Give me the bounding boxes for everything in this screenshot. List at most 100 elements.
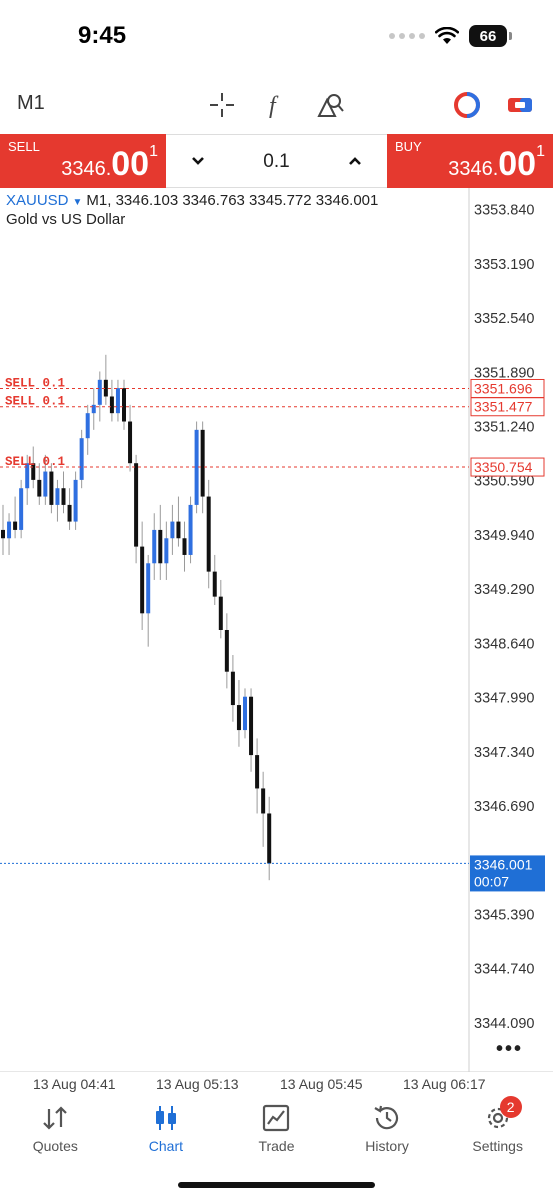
- candle-body: [7, 521, 12, 539]
- one-click-trading-icon[interactable]: [450, 88, 484, 122]
- candle-body: [49, 471, 54, 505]
- time-axis: 13 Aug 04:41 13 Aug 05:13 13 Aug 05:45 13 A…: [0, 1074, 553, 1094]
- candle-body: [97, 379, 102, 405]
- price-tick-label: 3349.290: [474, 582, 534, 598]
- candle-body: [19, 488, 24, 530]
- one-click-trade-panel: SELL 3346.001 0.1 BUY 3346.001: [0, 134, 553, 188]
- candle-body: [236, 705, 241, 731]
- order-icon[interactable]: [503, 88, 537, 122]
- time-tick-label: 13 Aug 04:41: [33, 1076, 116, 1092]
- trade-icon: [256, 1102, 296, 1134]
- candle-body: [261, 788, 266, 814]
- status-time: 9:45: [78, 22, 127, 49]
- tab-history-label: History: [365, 1138, 409, 1154]
- current-price-label: 3346.001: [474, 856, 533, 872]
- candle-body: [109, 396, 114, 414]
- candle-body: [43, 471, 48, 497]
- candle-body: [134, 463, 139, 547]
- chart-icon: [146, 1102, 186, 1134]
- candle-body: [176, 521, 181, 539]
- candle-body: [67, 504, 72, 522]
- candle-body: [170, 521, 175, 539]
- order-price-label: 3350.754: [474, 459, 533, 475]
- price-tick-label: 3347.990: [474, 691, 534, 707]
- candle-body: [152, 529, 157, 564]
- candle-body: [115, 388, 120, 414]
- symbol-dropdown-icon[interactable]: ▼: [73, 197, 83, 208]
- candle-body: [255, 755, 260, 789]
- objects-icon[interactable]: [313, 88, 347, 122]
- volume-control: 0.1: [166, 134, 387, 188]
- candle-body: [200, 429, 205, 497]
- home-indicator: [178, 1182, 375, 1188]
- quotes-icon: [35, 1102, 75, 1134]
- candle-body: [182, 538, 187, 555]
- symbol-info: XAUUSD ▼ M1, 3346.103 3346.763 3345.772 33…: [6, 192, 378, 209]
- candle-body: [218, 596, 223, 630]
- tab-chart-label: Chart: [148, 1138, 183, 1154]
- sell-price: 3346.001: [61, 143, 158, 183]
- candle-body: [158, 529, 163, 564]
- wifi-icon: [435, 27, 459, 44]
- candle-body: [85, 413, 90, 439]
- candle-body: [243, 696, 247, 731]
- price-tick-label: 3347.340: [474, 745, 534, 761]
- sell-order-label: SELL 0.1: [5, 376, 65, 390]
- candle-body: [79, 438, 84, 480]
- tab-settings[interactable]: 2 Settings: [442, 1094, 553, 1164]
- candle-body: [13, 521, 18, 530]
- order-price-label: 3351.696: [474, 380, 533, 396]
- sell-label: SELL: [8, 139, 40, 154]
- candle-body: [267, 813, 272, 864]
- price-tick-label: 3345.390: [474, 907, 534, 923]
- indicators-icon[interactable]: f: [259, 88, 293, 122]
- cellular-signal-icon: [389, 33, 425, 39]
- candle-body: [61, 488, 66, 505]
- time-tick-label: 13 Aug 06:17: [403, 1076, 486, 1092]
- bar-countdown-label: 00:07: [474, 873, 509, 889]
- candle-body: [1, 529, 5, 539]
- volume-increase-button[interactable]: [343, 149, 367, 173]
- price-tick-label: 3353.840: [474, 203, 534, 219]
- tab-quotes[interactable]: Quotes: [0, 1094, 111, 1164]
- candle-body: [206, 496, 211, 572]
- ohlc-values: M1, 3346.103 3346.763 3345.772 3346.001: [86, 192, 379, 209]
- candle-body: [146, 563, 151, 614]
- price-tick-label: 3352.540: [474, 311, 534, 327]
- candle-body: [128, 421, 133, 464]
- symbol-description: Gold vs US Dollar: [6, 211, 126, 228]
- price-tick-label: 3353.190: [474, 257, 534, 273]
- price-chart[interactable]: 3353.840 3353.190 3352.540 3351.890 3351.240…: [0, 188, 553, 1072]
- timeframe-button[interactable]: M1: [17, 92, 45, 115]
- crosshair-icon[interactable]: [205, 88, 239, 122]
- candle-body: [188, 504, 193, 555]
- price-tick-label: 3349.940: [474, 528, 534, 544]
- candle-body: [212, 571, 217, 597]
- tab-trade-label: Trade: [258, 1138, 295, 1154]
- tab-chart[interactable]: Chart: [111, 1094, 222, 1164]
- sell-order-label: SELL 0.1: [5, 395, 65, 409]
- status-bar: 9:45 66: [0, 0, 553, 78]
- order-price-label: 3351.477: [474, 399, 533, 415]
- tab-quotes-label: Quotes: [32, 1138, 78, 1154]
- candle-body: [230, 671, 235, 706]
- buy-button[interactable]: BUY 3346.001: [387, 134, 553, 188]
- settings-icon: 2: [478, 1096, 522, 1134]
- sell-order-label: SELL 0.1: [5, 455, 65, 469]
- symbol-name[interactable]: XAUUSD: [6, 192, 69, 209]
- candle-body: [73, 479, 78, 522]
- battery-icon: 66: [469, 25, 512, 47]
- tab-history[interactable]: History: [332, 1094, 443, 1164]
- history-icon: [367, 1102, 407, 1134]
- status-indicators: 66: [389, 25, 512, 47]
- more-options-icon[interactable]: •••: [496, 1038, 523, 1061]
- buy-label: BUY: [395, 139, 422, 154]
- sell-button[interactable]: SELL 3346.001: [0, 134, 166, 188]
- price-tick-label: 3344.090: [474, 1016, 534, 1032]
- price-tick-label: 3344.740: [474, 962, 534, 978]
- tab-trade[interactable]: Trade: [221, 1094, 332, 1164]
- candle-body: [164, 538, 169, 564]
- candle-body: [224, 630, 229, 672]
- chart-canvas[interactable]: 3353.840 3353.190 3352.540 3351.890 3351.240…: [0, 188, 553, 1072]
- svg-text:f: f: [269, 93, 279, 119]
